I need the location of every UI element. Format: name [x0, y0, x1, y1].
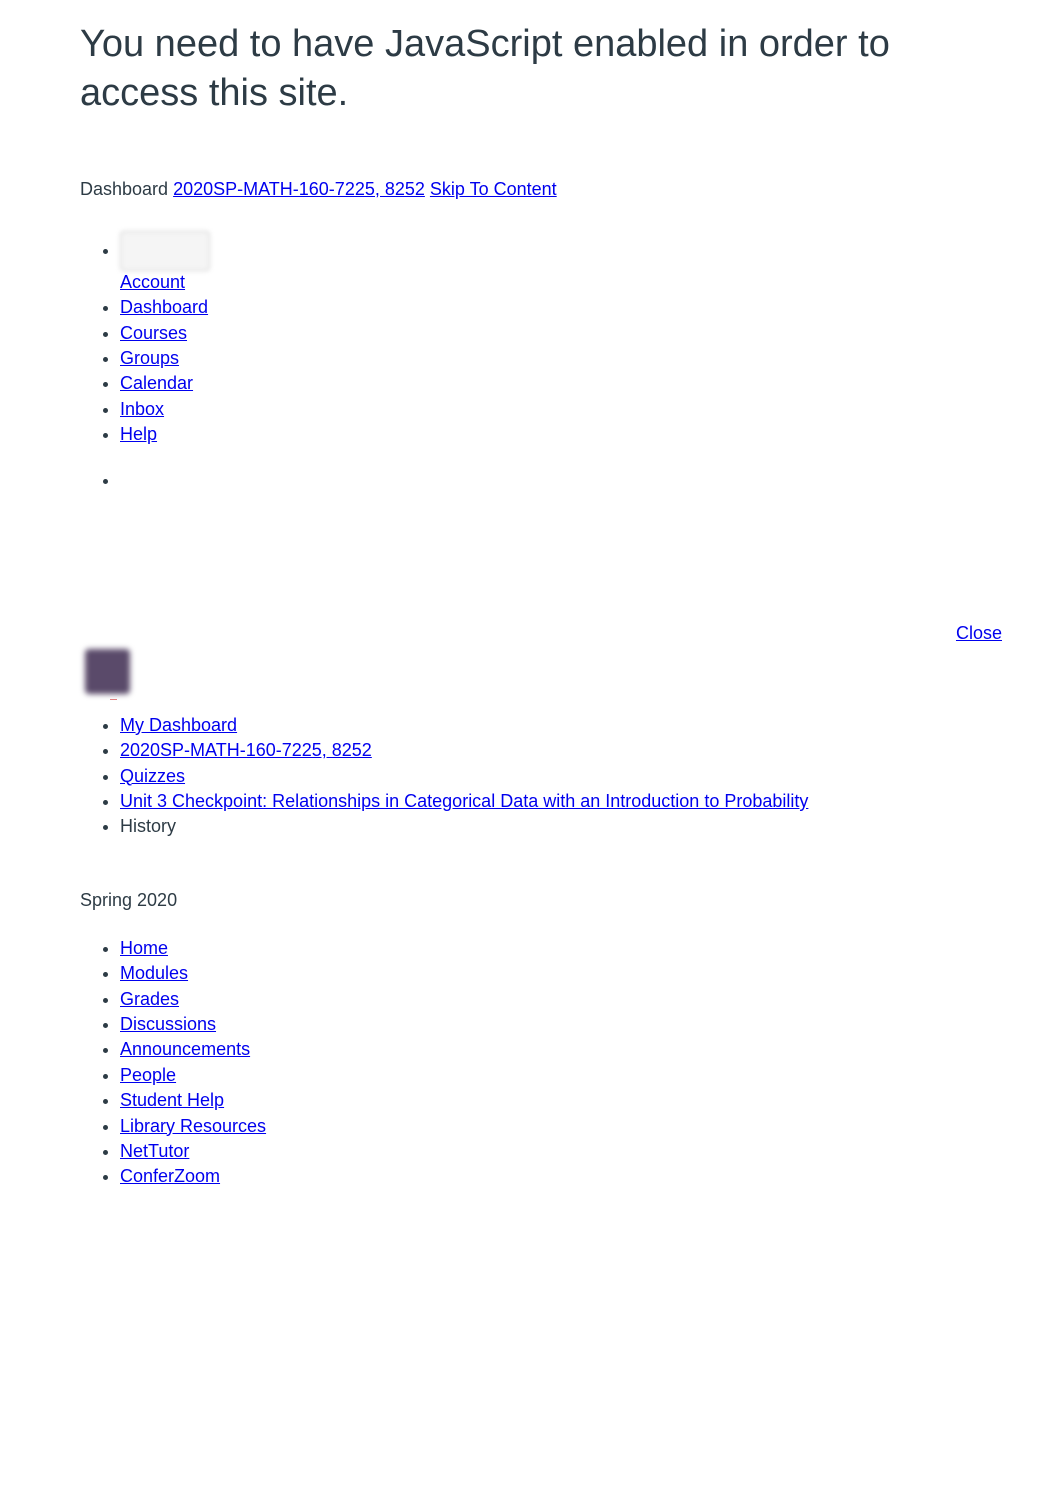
breadcrumb-dashboard: Dashboard: [80, 179, 168, 199]
account-link[interactable]: Account: [120, 272, 185, 292]
course-nav-grades[interactable]: Grades: [120, 989, 179, 1009]
nav-item-account[interactable]: Account: [120, 230, 1062, 295]
course-nav-conferzoom[interactable]: ConferZoom: [120, 1166, 220, 1186]
nav-inbox-link[interactable]: Inbox: [120, 399, 164, 419]
term-label: Spring 2020: [80, 890, 1062, 911]
nav-courses-link[interactable]: Courses: [120, 323, 187, 343]
avatar-label: —: [110, 696, 1062, 703]
course-nav-nettutor[interactable]: NetTutor: [120, 1141, 189, 1161]
nav-dashboard-link[interactable]: Dashboard: [120, 297, 208, 317]
crumb-course[interactable]: 2020SP-MATH-160-7225, 8252: [120, 740, 372, 760]
crumb-history: History: [120, 816, 176, 836]
course-nav-student-help[interactable]: Student Help: [120, 1090, 224, 1110]
course-nav: Home Modules Grades Discussions Announce…: [80, 936, 1062, 1190]
course-nav-announcements[interactable]: Announcements: [120, 1039, 250, 1059]
nav-empty-item: [120, 468, 1062, 493]
course-nav-discussions[interactable]: Discussions: [120, 1014, 216, 1034]
avatar-block: —: [80, 649, 1062, 703]
nav-groups-link[interactable]: Groups: [120, 348, 179, 368]
crumb-quiz-title[interactable]: Unit 3 Checkpoint: Relationships in Cate…: [120, 791, 808, 811]
breadcrumb-course-link[interactable]: 2020SP-MATH-160-7225, 8252: [173, 179, 425, 199]
course-nav-home[interactable]: Home: [120, 938, 168, 958]
crumbs-list: My Dashboard 2020SP-MATH-160-7225, 8252 …: [80, 713, 1062, 840]
avatar[interactable]: [85, 649, 130, 694]
global-nav: Account Dashboard Courses Groups Calenda…: [80, 230, 1062, 493]
close-link[interactable]: Close: [956, 623, 1002, 643]
account-button-icon[interactable]: [120, 231, 210, 271]
page-title: You need to have JavaScript enabled in o…: [80, 20, 900, 119]
crumb-my-dashboard[interactable]: My Dashboard: [120, 715, 237, 735]
course-nav-people[interactable]: People: [120, 1065, 176, 1085]
skip-to-content-link[interactable]: Skip To Content: [430, 179, 557, 199]
course-nav-library-resources[interactable]: Library Resources: [120, 1116, 266, 1136]
crumb-quizzes[interactable]: Quizzes: [120, 766, 185, 786]
breadcrumb: Dashboard 2020SP-MATH-160-7225, 8252 Ski…: [80, 179, 1062, 200]
nav-calendar-link[interactable]: Calendar: [120, 373, 193, 393]
nav-help-link[interactable]: Help: [120, 424, 157, 444]
course-nav-modules[interactable]: Modules: [120, 963, 188, 983]
close-row: Close: [80, 623, 1062, 644]
